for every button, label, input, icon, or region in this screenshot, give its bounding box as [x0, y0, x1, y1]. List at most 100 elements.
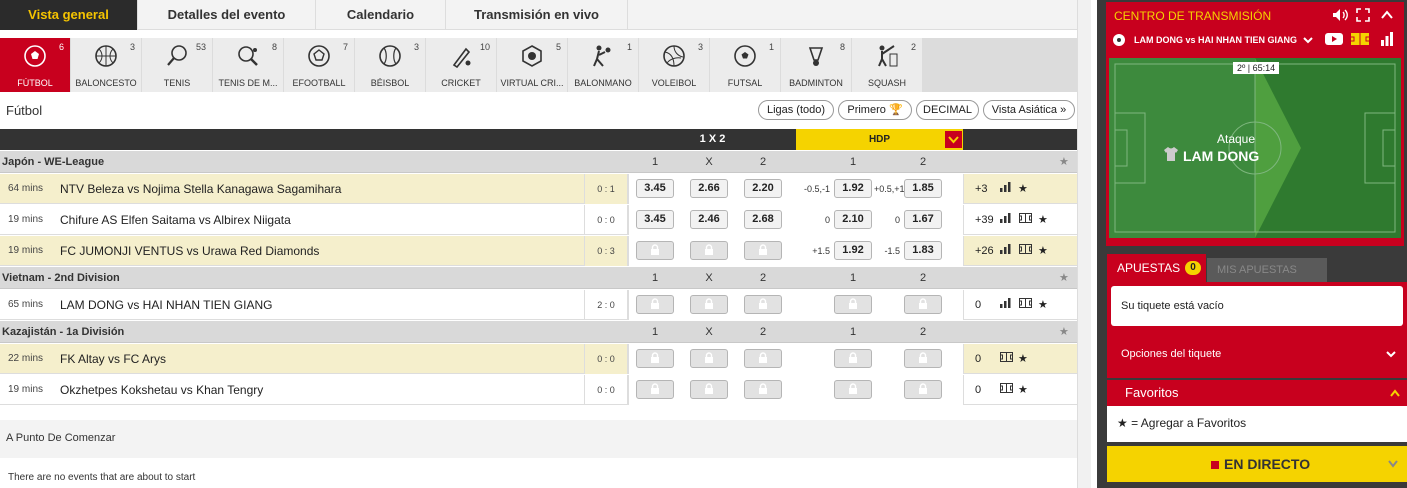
- sport-tennis-racket[interactable]: 53 TENIS: [142, 38, 212, 92]
- tab-overview[interactable]: Vista general: [0, 0, 138, 30]
- video-play-icon[interactable]: [1324, 31, 1344, 47]
- pitch-icon[interactable]: [1019, 298, 1032, 311]
- favorites-header[interactable]: Favoritos: [1107, 380, 1407, 406]
- star-icon[interactable]: ★: [1059, 325, 1069, 338]
- tennis-racket-icon: [167, 45, 187, 66]
- odds-home[interactable]: 3.45: [636, 210, 674, 229]
- sport-squash[interactable]: 2 SQUASH: [852, 38, 922, 92]
- stats-icon[interactable]: [1000, 298, 1012, 311]
- handicap-home-odds[interactable]: 1.92: [834, 179, 872, 198]
- betslip-body: Su tiquete está vacío Opciones del tique…: [1107, 282, 1407, 378]
- pitch-icon[interactable]: [1000, 383, 1013, 396]
- sport-count: 1: [626, 42, 632, 52]
- sport-handball[interactable]: 1 BALONMANO: [568, 38, 638, 92]
- star-icon[interactable]: ★: [1018, 182, 1028, 195]
- view-mode-button[interactable]: Vista Asiática »: [983, 100, 1075, 120]
- stats-icon[interactable]: [1000, 244, 1012, 257]
- sport-soccer-ball[interactable]: 6 FÚTBOL: [0, 38, 70, 92]
- sport-table-tennis[interactable]: 8 TENIS DE M...: [213, 38, 283, 92]
- handicap-home-odds[interactable]: 2.10: [834, 210, 872, 229]
- more-markets-count[interactable]: 0: [975, 384, 981, 396]
- odds-away[interactable]: 2.20: [744, 179, 782, 198]
- star-icon[interactable]: ★: [1038, 298, 1048, 311]
- handicap-away-odds[interactable]: 1.83: [904, 241, 942, 260]
- tab-my-bets[interactable]: MIS APUESTAS: [1207, 258, 1327, 282]
- sport-efootball[interactable]: 7 EFOOTBALL: [284, 38, 354, 92]
- sport-volleyball[interactable]: 3 VOLEIBOL: [639, 38, 709, 92]
- chevron-down-icon[interactable]: [1385, 348, 1397, 360]
- odds-draw[interactable]: 2.46: [690, 210, 728, 229]
- handicap-away-odds[interactable]: 1.85: [904, 179, 942, 198]
- handicap-home-odds[interactable]: 1.92: [834, 241, 872, 260]
- league-header[interactable]: Japón - WE-League 1 X 2 1 2 ★: [0, 151, 1077, 173]
- sport-label: VIRTUAL CRI...: [500, 78, 564, 88]
- star-icon[interactable]: ★: [1038, 213, 1048, 226]
- odds-home: [636, 241, 674, 260]
- handicap-home-line: +1.5: [812, 246, 830, 256]
- col-label-two: 2: [759, 156, 767, 168]
- event-name[interactable]: LAM DONG vs HAI NHAN TIEN GIANG: [60, 298, 272, 312]
- event-name[interactable]: FK Altay vs FC Arys: [60, 352, 166, 366]
- main-scrollbar[interactable]: [1077, 0, 1091, 488]
- stats-icon[interactable]: [1000, 182, 1012, 195]
- tab-bets[interactable]: APUESTAS 0: [1107, 254, 1206, 282]
- stats-bars-icon[interactable]: [1380, 31, 1394, 47]
- event-name[interactable]: FC JUMONJI VENTUS vs Urawa Red Diamonds: [60, 244, 319, 258]
- sport-basketball[interactable]: 3 BALONCESTO: [71, 38, 141, 92]
- star-icon[interactable]: ★: [1018, 352, 1028, 365]
- collapse-chevron-icon[interactable]: [1380, 8, 1394, 22]
- stats-icon[interactable]: [1000, 213, 1012, 226]
- pitch-icon[interactable]: [1000, 352, 1013, 365]
- pitch-icon[interactable]: [1019, 213, 1032, 226]
- sport-baseball[interactable]: 3 BÉISBOL: [355, 38, 425, 92]
- upcoming-title: A Punto De Comenzar: [6, 432, 116, 444]
- pitch-icon[interactable]: [1019, 244, 1032, 257]
- more-markets-count[interactable]: +39: [975, 214, 994, 226]
- more-markets-count[interactable]: 0: [975, 353, 981, 365]
- tab-calendar[interactable]: Calendario: [316, 0, 446, 30]
- sport-label: BALONMANO: [574, 78, 632, 88]
- hdp-label: HDP: [868, 134, 891, 145]
- handicap-away-odds[interactable]: 1.67: [904, 210, 942, 229]
- more-markets-count[interactable]: +26: [975, 245, 994, 257]
- sport-virtual-cricket[interactable]: 5 VIRTUAL CRI...: [497, 38, 567, 92]
- toolbar: Fútbol Ligas (todo) Primero 🏆 DECIMAL Vi…: [0, 96, 1077, 126]
- tab-live-stream[interactable]: Transmisión en vivo: [446, 0, 628, 30]
- star-icon: ★: [1117, 416, 1128, 430]
- live-button[interactable]: EN DIRECTO: [1107, 446, 1407, 482]
- star-icon[interactable]: ★: [1059, 271, 1069, 284]
- fullscreen-icon[interactable]: [1356, 8, 1370, 22]
- more-markets-count[interactable]: 0: [975, 299, 981, 311]
- star-icon[interactable]: ★: [1018, 383, 1028, 396]
- leagues-filter-button[interactable]: Ligas (todo): [758, 100, 834, 120]
- handicap-home-line: -0.5,-1: [804, 184, 831, 194]
- tab-event-details[interactable]: Detalles del evento: [138, 0, 316, 30]
- star-icon[interactable]: ★: [1038, 244, 1048, 257]
- odds-draw: [690, 241, 728, 260]
- pitch-view-icon[interactable]: [1350, 31, 1370, 47]
- hdp-dropdown-button[interactable]: [945, 131, 962, 148]
- match-chevron-down-icon[interactable]: [1302, 34, 1314, 46]
- event-name[interactable]: Okzhetpes Kokshetau vs Khan Tengry: [60, 383, 263, 397]
- odds-format-button[interactable]: DECIMAL: [916, 100, 979, 120]
- sport-shuttlecock[interactable]: 8 BADMINTON: [781, 38, 851, 92]
- sport-cricket[interactable]: 10 CRICKET: [426, 38, 496, 92]
- league-header[interactable]: Vietnam - 2nd Division 1 X 2 1 2 ★: [0, 267, 1077, 289]
- shuttlecock-icon: [808, 47, 824, 66]
- odds-away[interactable]: 2.68: [744, 210, 782, 229]
- ticket-options[interactable]: Opciones del tiquete: [1121, 348, 1221, 360]
- more-markets-count[interactable]: +3: [975, 183, 988, 195]
- sort-first-button[interactable]: Primero 🏆: [838, 100, 912, 120]
- star-icon[interactable]: ★: [1059, 155, 1069, 168]
- event-name[interactable]: Chifure AS Elfen Saitama vs Albirex Niig…: [60, 213, 291, 227]
- x12-header: 1 X 2: [699, 133, 726, 145]
- odds-draw[interactable]: 2.66: [690, 179, 728, 198]
- volume-icon[interactable]: [1332, 8, 1348, 22]
- event-name[interactable]: NTV Beleza vs Nojima Stella Kanagawa Sag…: [60, 182, 341, 196]
- league-header[interactable]: Kazajistán - 1a División 1 X 2 1 2 ★: [0, 321, 1077, 343]
- sports-bar: 6 FÚTBOL 3 BALONCESTO 53 TENIS 8 TENIS DE M... 7…: [0, 38, 1077, 92]
- odds-home[interactable]: 3.45: [636, 179, 674, 198]
- view-mode-label: Vista Asiática: [991, 104, 1058, 116]
- handball-icon: [593, 45, 611, 67]
- sport-futsal[interactable]: 1 FUTSAL: [710, 38, 780, 92]
